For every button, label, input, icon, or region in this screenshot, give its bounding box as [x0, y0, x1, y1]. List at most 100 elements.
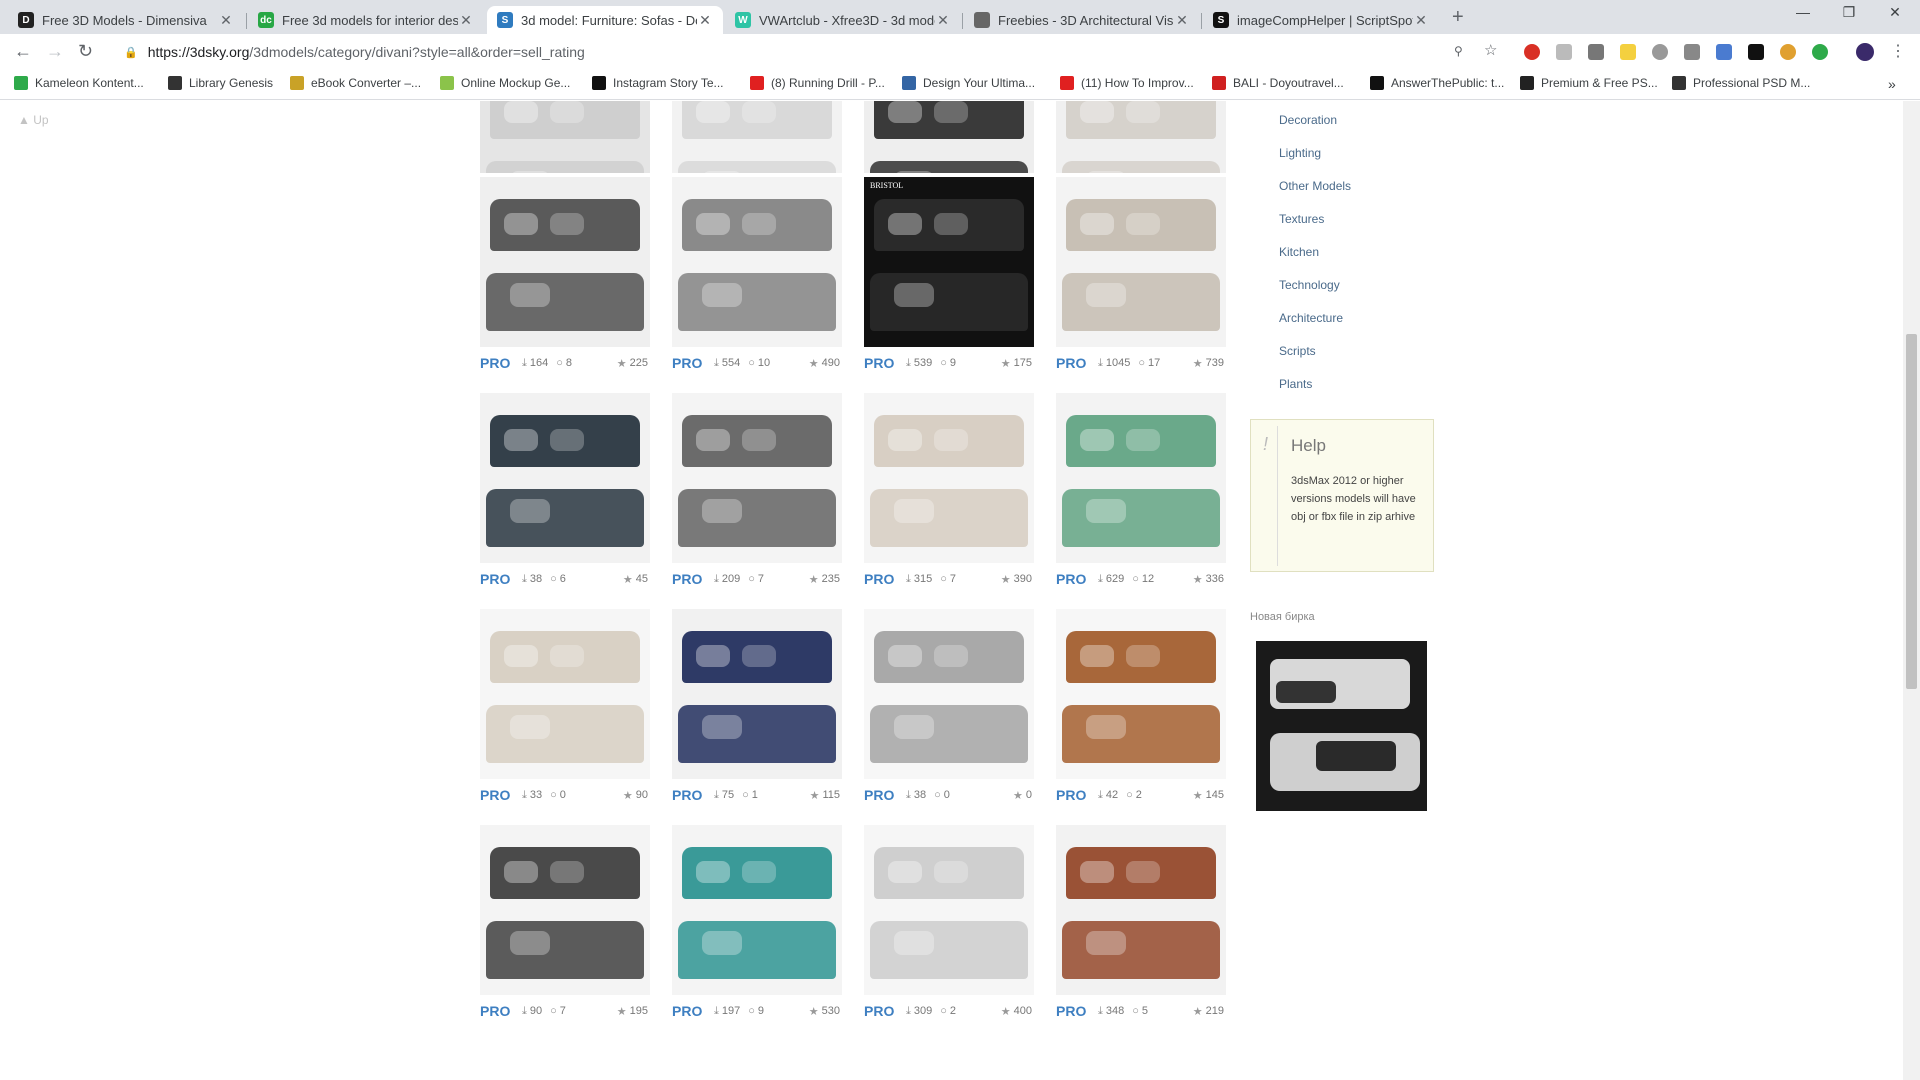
- eyedropper-icon[interactable]: [1588, 44, 1604, 60]
- tab-3[interactable]: S 3d model: Furniture: Sofas - Dow ✕: [487, 6, 723, 34]
- comment-icon: ○: [1138, 357, 1146, 369]
- address-bar[interactable]: 🔒 https://3dsky.org/3dmodels/category/di…: [110, 38, 1580, 66]
- key-icon[interactable]: ⚲: [1454, 44, 1470, 60]
- globe-icon[interactable]: [1652, 44, 1668, 60]
- model-thumbnail[interactable]: [1056, 393, 1226, 563]
- page-scrollbar[interactable]: [1903, 101, 1920, 1080]
- bookmark-10[interactable]: AnswerThePublic: t...: [1370, 76, 1504, 90]
- bookmark-1[interactable]: Kameleon Kontent...: [14, 76, 144, 90]
- bookmark-6[interactable]: (8) Running Drill - P...: [750, 76, 885, 90]
- up-link[interactable]: ▲ Up: [18, 113, 49, 127]
- adblock-icon[interactable]: [1524, 44, 1540, 60]
- bookmark-2[interactable]: Library Genesis: [168, 76, 273, 90]
- chrome-icon[interactable]: [1780, 44, 1796, 60]
- model-thumbnail[interactable]: [864, 609, 1034, 779]
- evernote-icon[interactable]: [1812, 44, 1828, 60]
- model-card[interactable]: PRO ⤓ 1045 ○ 17 ★ 739: [1052, 173, 1228, 381]
- bookmark-8[interactable]: (11) How To Improv...: [1060, 76, 1194, 90]
- model-thumbnail[interactable]: [672, 609, 842, 779]
- new-tag-thumbnail[interactable]: [1256, 641, 1427, 811]
- tab-close-icon[interactable]: ✕: [1413, 12, 1429, 29]
- model-card[interactable]: PRO ⤓ 209 ○ 7 ★ 235: [668, 389, 844, 597]
- category-link[interactable]: Kitchen: [1279, 245, 1319, 259]
- category-link[interactable]: Lighting: [1279, 146, 1321, 160]
- drive-icon[interactable]: [1684, 44, 1700, 60]
- model-card[interactable]: PRO ⤓ 197 ○ 9 ★ 530: [668, 821, 844, 1029]
- bookmark-11[interactable]: Premium & Free PS...: [1520, 76, 1658, 90]
- category-link[interactable]: Plants: [1279, 377, 1312, 391]
- model-card[interactable]: PRO ⤓ 38 ○ 0 ★ 0: [860, 605, 1036, 813]
- tab-6[interactable]: SimageCompHelper | ScriptSpot ✕: [1203, 6, 1439, 34]
- model-card[interactable]: BRISTOL PRO ⤓ 539 ○ 9 ★ 175: [860, 173, 1036, 381]
- model-card[interactable]: PRO ⤓ 309 ○ 2 ★ 400: [860, 821, 1036, 1029]
- model-thumbnail[interactable]: [864, 825, 1034, 995]
- model-thumbnail[interactable]: [480, 825, 650, 995]
- model-card[interactable]: PRO ⤓ 629 ○ 12 ★ 336: [1052, 389, 1228, 597]
- bookmark-3[interactable]: eBook Converter –...: [290, 76, 421, 90]
- model-thumbnail[interactable]: BRISTOL: [864, 177, 1034, 347]
- tab-close-icon[interactable]: ✕: [935, 12, 951, 29]
- forward-icon[interactable]: →: [46, 41, 64, 62]
- model-thumbnail[interactable]: [1056, 825, 1226, 995]
- new-tab-button[interactable]: +: [1452, 6, 1464, 28]
- model-card[interactable]: PRO ⤓ 33 ○ 0 ★ 90: [476, 605, 652, 813]
- model-card[interactable]: PRO ⤓ 38 ○ 6 ★ 45: [476, 389, 652, 597]
- back-icon[interactable]: ←: [14, 41, 32, 62]
- tab-close-icon[interactable]: ✕: [697, 12, 713, 29]
- download-icon: ⤓: [522, 788, 527, 801]
- profile-avatar[interactable]: [1856, 43, 1874, 61]
- rating-count: 530: [821, 1005, 840, 1017]
- bookmark-5[interactable]: Instagram Story Te...: [592, 76, 724, 90]
- model-thumbnail[interactable]: [480, 609, 650, 779]
- category-link[interactable]: Technology: [1279, 278, 1340, 292]
- tab-2[interactable]: dc Free 3d models for interior design ✕: [248, 6, 484, 34]
- model-card[interactable]: PRO ⤓ 42 ○ 2 ★ 145: [1052, 605, 1228, 813]
- tab-close-icon[interactable]: ✕: [1174, 12, 1190, 29]
- tab-close-icon[interactable]: ✕: [458, 12, 474, 29]
- model-thumbnail[interactable]: [480, 393, 650, 563]
- model-card[interactable]: PRO ⤓ 75 ○ 1 ★ 115: [668, 605, 844, 813]
- tab-5[interactable]: Freebies - 3D Architectural Visual ✕: [964, 6, 1200, 34]
- download-icon: ⤓: [906, 356, 911, 369]
- model-thumbnail[interactable]: [672, 393, 842, 563]
- bookmark-7[interactable]: Design Your Ultima...: [902, 76, 1035, 90]
- model-card[interactable]: PRO ⤓ 164 ○ 8 ★ 225: [476, 173, 652, 381]
- category-link[interactable]: Scripts: [1279, 344, 1316, 358]
- more-bookmarks-icon[interactable]: »: [1888, 76, 1896, 92]
- highlighter-icon[interactable]: [1620, 44, 1636, 60]
- minimize-icon[interactable]: —: [1780, 4, 1826, 20]
- category-link[interactable]: Other Models: [1279, 179, 1351, 193]
- reload-icon[interactable]: ↻: [78, 41, 93, 62]
- bookmark-star-icon[interactable]: ☆: [1484, 41, 1500, 59]
- extension-icon[interactable]: [1556, 44, 1572, 60]
- model-thumbnail[interactable]: [672, 177, 842, 347]
- category-link[interactable]: Decoration: [1279, 113, 1337, 127]
- tab-4[interactable]: W VWArtclub - Xfree3D - 3d model ✕: [725, 6, 961, 34]
- bookmark-4[interactable]: Online Mockup Ge...: [440, 76, 570, 90]
- close-window-icon[interactable]: ✕: [1872, 4, 1918, 21]
- model-thumbnail[interactable]: [1056, 177, 1226, 347]
- download-icon: ⤓: [522, 356, 527, 369]
- rating-count: 390: [1013, 573, 1032, 585]
- bookmark-12[interactable]: Professional PSD M...: [1672, 76, 1810, 90]
- rating-count: 0: [1025, 789, 1032, 801]
- model-thumbnail[interactable]: [864, 393, 1034, 563]
- model-thumbnail[interactable]: [1056, 609, 1226, 779]
- bookmark-9[interactable]: BALI - Doyoutravel...: [1212, 76, 1344, 90]
- download-count: 209: [721, 573, 741, 585]
- tab-1[interactable]: D Free 3D Models - Dimensiva ✕: [8, 6, 244, 34]
- model-card[interactable]: PRO ⤓ 315 ○ 7 ★ 390: [860, 389, 1036, 597]
- category-link[interactable]: Textures: [1279, 212, 1324, 226]
- model-card[interactable]: PRO ⤓ 348 ○ 5 ★ 219: [1052, 821, 1228, 1029]
- download-count: 309: [913, 1005, 933, 1017]
- model-thumbnail[interactable]: [672, 825, 842, 995]
- zip-icon[interactable]: [1716, 44, 1732, 60]
- model-card[interactable]: PRO ⤓ 554 ○ 10 ★ 490: [668, 173, 844, 381]
- b-icon[interactable]: [1748, 44, 1764, 60]
- restore-icon[interactable]: ❐: [1826, 4, 1872, 21]
- category-link[interactable]: Architecture: [1279, 311, 1343, 325]
- model-card[interactable]: PRO ⤓ 90 ○ 7 ★ 195: [476, 821, 652, 1029]
- menu-kebab-icon[interactable]: ⋮: [1890, 41, 1906, 61]
- tab-close-icon[interactable]: ✕: [218, 12, 234, 29]
- model-thumbnail[interactable]: [480, 177, 650, 347]
